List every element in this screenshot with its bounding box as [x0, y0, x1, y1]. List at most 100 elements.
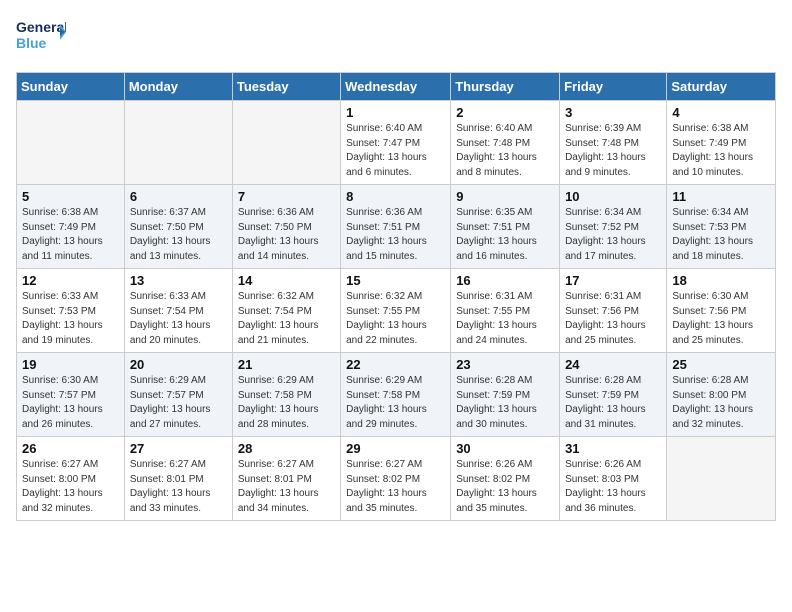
calendar-cell: 22 Sunrise: 6:29 AMSunset: 7:58 PMDayligh…	[341, 353, 451, 437]
calendar-cell	[667, 437, 776, 521]
calendar-week-2: 5Sunrise: 6:38 AMSunset: 7:49 PMDaylight…	[17, 185, 776, 269]
svg-text:General: General	[16, 19, 66, 35]
calendar-cell: 19 Sunrise: 6:30 AMSunset: 7:57 PMDayligh…	[17, 353, 125, 437]
day-number: 25	[672, 357, 770, 372]
day-info: Sunrise: 6:29 AMSunset: 7:58 PMDaylight:…	[346, 374, 445, 432]
calendar-cell: 5Sunrise: 6:38 AMSunset: 7:49 PMDaylight…	[17, 185, 125, 269]
day-number: 23	[456, 357, 554, 372]
day-number: 19	[22, 357, 119, 372]
calendar-cell: 2 Sunrise: 6:40 AMSunset: 7:48 PMDaylight…	[451, 101, 560, 185]
calendar-week-1: 1Sunrise: 6:40 AMSunset: 7:47 PMDaylight…	[17, 101, 776, 185]
day-info: Sunrise: 6:33 AMSunset: 7:54 PMDaylight:…	[130, 290, 227, 348]
day-info: Sunrise: 6:33 AMSunset: 7:53 PMDaylight:…	[22, 290, 119, 348]
day-number: 8	[346, 189, 445, 204]
logo: General Blue	[16, 16, 66, 60]
day-number: 4	[672, 105, 770, 120]
day-number: 14	[238, 273, 335, 288]
calendar-cell: 29 Sunrise: 6:27 AMSunset: 8:02 PMDayligh…	[341, 437, 451, 521]
day-number: 5	[22, 189, 119, 204]
calendar-cell: 27 Sunrise: 6:27 AMSunset: 8:01 PMDayligh…	[124, 437, 232, 521]
day-info: Sunrise: 6:27 AMSunset: 8:00 PMDaylight:…	[22, 458, 119, 516]
calendar-cell: 6Sunrise: 6:37 AMSunset: 7:50 PMDaylight…	[124, 185, 232, 269]
day-number: 28	[238, 441, 335, 456]
calendar-cell: 21 Sunrise: 6:29 AMSunset: 7:58 PMDayligh…	[232, 353, 340, 437]
day-info: Sunrise: 6:28 AMSunset: 7:59 PMDaylight:…	[456, 374, 554, 432]
day-info: Sunrise: 6:38 AMSunset: 7:49 PMDaylight:…	[672, 122, 770, 180]
day-number: 30	[456, 441, 554, 456]
calendar-cell: 16Sunrise: 6:31 AMSunset: 7:55 PMDayligh…	[451, 269, 560, 353]
day-number: 7	[238, 189, 335, 204]
calendar-table: SundayMondayTuesdayWednesdayThursdayFrid…	[16, 72, 776, 521]
calendar-cell: 13 Sunrise: 6:33 AMSunset: 7:54 PMDayligh…	[124, 269, 232, 353]
day-number: 13	[130, 273, 227, 288]
calendar-cell: 31 Sunrise: 6:26 AMSunset: 8:03 PMDayligh…	[560, 437, 667, 521]
calendar-header-row: SundayMondayTuesdayWednesdayThursdayFrid…	[17, 73, 776, 101]
day-number: 29	[346, 441, 445, 456]
day-info: Sunrise: 6:28 AMSunset: 8:00 PMDaylight:…	[672, 374, 770, 432]
calendar-cell: 24 Sunrise: 6:28 AMSunset: 7:59 PMDayligh…	[560, 353, 667, 437]
day-info: Sunrise: 6:29 AMSunset: 7:58 PMDaylight:…	[238, 374, 335, 432]
calendar-cell: 3Sunrise: 6:39 AMSunset: 7:48 PMDaylight…	[560, 101, 667, 185]
day-info: Sunrise: 6:32 AMSunset: 7:54 PMDaylight:…	[238, 290, 335, 348]
day-number: 2	[456, 105, 554, 120]
day-info: Sunrise: 6:34 AMSunset: 7:52 PMDaylight:…	[565, 206, 661, 264]
calendar-cell: 26 Sunrise: 6:27 AMSunset: 8:00 PMDayligh…	[17, 437, 125, 521]
day-info: Sunrise: 6:27 AMSunset: 8:02 PMDaylight:…	[346, 458, 445, 516]
calendar-cell: 9 Sunrise: 6:35 AMSunset: 7:51 PMDaylight…	[451, 185, 560, 269]
day-header-thursday: Thursday	[451, 73, 560, 101]
day-info: Sunrise: 6:31 AMSunset: 7:56 PMDaylight:…	[565, 290, 661, 348]
day-header-sunday: Sunday	[17, 73, 125, 101]
day-number: 9	[456, 189, 554, 204]
day-number: 31	[565, 441, 661, 456]
day-info: Sunrise: 6:27 AMSunset: 8:01 PMDaylight:…	[130, 458, 227, 516]
day-info: Sunrise: 6:36 AMSunset: 7:50 PMDaylight:…	[238, 206, 335, 264]
day-number: 18	[672, 273, 770, 288]
day-info: Sunrise: 6:31 AMSunset: 7:55 PMDaylight:…	[456, 290, 554, 348]
calendar-cell: 7 Sunrise: 6:36 AMSunset: 7:50 PMDaylight…	[232, 185, 340, 269]
calendar-cell	[232, 101, 340, 185]
day-header-saturday: Saturday	[667, 73, 776, 101]
day-info: Sunrise: 6:40 AMSunset: 7:47 PMDaylight:…	[346, 122, 445, 180]
day-number: 10	[565, 189, 661, 204]
day-info: Sunrise: 6:30 AMSunset: 7:57 PMDaylight:…	[22, 374, 119, 432]
calendar-cell: 14 Sunrise: 6:32 AMSunset: 7:54 PMDayligh…	[232, 269, 340, 353]
day-header-tuesday: Tuesday	[232, 73, 340, 101]
day-number: 26	[22, 441, 119, 456]
day-info: Sunrise: 6:27 AMSunset: 8:01 PMDaylight:…	[238, 458, 335, 516]
day-info: Sunrise: 6:28 AMSunset: 7:59 PMDaylight:…	[565, 374, 661, 432]
day-info: Sunrise: 6:29 AMSunset: 7:57 PMDaylight:…	[130, 374, 227, 432]
calendar-cell: 11 Sunrise: 6:34 AMSunset: 7:53 PMDayligh…	[667, 185, 776, 269]
calendar-cell: 8Sunrise: 6:36 AMSunset: 7:51 PMDaylight…	[341, 185, 451, 269]
calendar-week-5: 26 Sunrise: 6:27 AMSunset: 8:00 PMDayligh…	[17, 437, 776, 521]
calendar-cell: 15 Sunrise: 6:32 AMSunset: 7:55 PMDayligh…	[341, 269, 451, 353]
day-number: 11	[672, 189, 770, 204]
day-info: Sunrise: 6:26 AMSunset: 8:02 PMDaylight:…	[456, 458, 554, 516]
day-number: 24	[565, 357, 661, 372]
calendar-cell: 10 Sunrise: 6:34 AMSunset: 7:52 PMDayligh…	[560, 185, 667, 269]
day-info: Sunrise: 6:40 AMSunset: 7:48 PMDaylight:…	[456, 122, 554, 180]
calendar-cell: 12Sunrise: 6:33 AMSunset: 7:53 PMDayligh…	[17, 269, 125, 353]
page-header: General Blue	[16, 16, 776, 60]
calendar-cell: 4 Sunrise: 6:38 AMSunset: 7:49 PMDaylight…	[667, 101, 776, 185]
day-info: Sunrise: 6:32 AMSunset: 7:55 PMDaylight:…	[346, 290, 445, 348]
day-number: 3	[565, 105, 661, 120]
calendar-cell: 17Sunrise: 6:31 AMSunset: 7:56 PMDayligh…	[560, 269, 667, 353]
day-header-wednesday: Wednesday	[341, 73, 451, 101]
calendar-cell: 1Sunrise: 6:40 AMSunset: 7:47 PMDaylight…	[341, 101, 451, 185]
calendar-cell: 18Sunrise: 6:30 AMSunset: 7:56 PMDayligh…	[667, 269, 776, 353]
calendar-cell: 23 Sunrise: 6:28 AMSunset: 7:59 PMDayligh…	[451, 353, 560, 437]
calendar-cell	[124, 101, 232, 185]
day-header-friday: Friday	[560, 73, 667, 101]
day-number: 27	[130, 441, 227, 456]
svg-text:Blue: Blue	[16, 35, 47, 51]
day-info: Sunrise: 6:34 AMSunset: 7:53 PMDaylight:…	[672, 206, 770, 264]
day-info: Sunrise: 6:35 AMSunset: 7:51 PMDaylight:…	[456, 206, 554, 264]
calendar-cell: 28 Sunrise: 6:27 AMSunset: 8:01 PMDayligh…	[232, 437, 340, 521]
day-number: 15	[346, 273, 445, 288]
day-number: 21	[238, 357, 335, 372]
calendar-cell: 20Sunrise: 6:29 AMSunset: 7:57 PMDayligh…	[124, 353, 232, 437]
day-info: Sunrise: 6:26 AMSunset: 8:03 PMDaylight:…	[565, 458, 661, 516]
calendar-week-4: 19 Sunrise: 6:30 AMSunset: 7:57 PMDayligh…	[17, 353, 776, 437]
day-number: 22	[346, 357, 445, 372]
day-header-monday: Monday	[124, 73, 232, 101]
